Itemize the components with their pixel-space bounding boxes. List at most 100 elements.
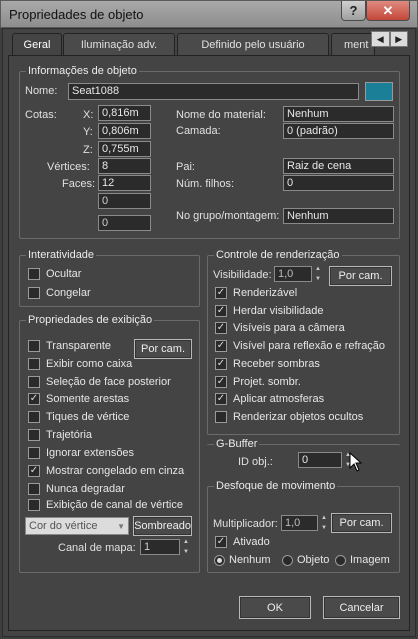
name-field[interactable]: Seat1088	[68, 83, 359, 100]
chevron-right-icon[interactable]: ▶	[389, 31, 408, 47]
display-as-box-checkbox[interactable]: Exibir como caixa	[28, 358, 132, 370]
radio-off[interactable]	[335, 554, 346, 566]
render-hidden-checkbox[interactable]: Renderizar objetos ocultos	[215, 411, 363, 423]
never-degrade-check[interactable]	[28, 483, 40, 495]
radio-on[interactable]	[214, 554, 225, 566]
check-icon[interactable]: ✓	[215, 536, 227, 548]
display-by-cam-button[interactable]: Por cam.	[134, 339, 192, 359]
vertex-color-select[interactable]: Cor do vértice ▼	[25, 517, 129, 535]
freeze-label: Congelar	[46, 287, 91, 299]
motion-enabled-checkbox[interactable]: ✓ Ativado	[215, 536, 270, 548]
show-frozen-gray-checkbox[interactable]: ✓ Mostrar congelado em cinza	[28, 465, 184, 477]
shaded-button[interactable]: Sombreado	[133, 516, 192, 536]
spinner-up-icon[interactable]: ▲	[315, 266, 321, 272]
object-id-field[interactable]: 0	[298, 452, 342, 468]
parent-field[interactable]: Raiz de cena	[283, 158, 394, 174]
edges-only-checkbox[interactable]: ✓ Somente arestas	[28, 393, 129, 405]
backface-cull-check[interactable]	[28, 376, 40, 388]
check-icon[interactable]: ✓	[215, 287, 227, 299]
visibility-spinner[interactable]: ▲ ▼	[313, 266, 323, 282]
tab-definido-usuario[interactable]: Definido pelo usuário	[177, 33, 329, 55]
check-icon[interactable]: ✓	[28, 393, 40, 405]
render-by-cam-button[interactable]: Por cam.	[329, 266, 392, 286]
multiplier-label: Multiplicador:	[213, 518, 278, 530]
z-field[interactable]: 0,755m	[98, 141, 151, 157]
hide-checkbox[interactable]: Ocultar	[28, 268, 81, 280]
check-icon[interactable]: ✓	[215, 376, 227, 388]
display-as-box-label: Exibir como caixa	[46, 358, 133, 370]
transparent-check[interactable]	[28, 340, 40, 352]
spinner-up-icon[interactable]: ▲	[183, 539, 189, 545]
chevron-left-icon[interactable]: ◀	[371, 31, 390, 47]
display-as-box-check[interactable]	[28, 358, 40, 370]
apply-atmospherics-checkbox[interactable]: ✓ Aplicar atmosferas	[215, 393, 324, 405]
faces-field[interactable]: 12	[98, 175, 151, 191]
check-icon[interactable]: ✓	[215, 393, 227, 405]
transparent-checkbox[interactable]: Transparente	[28, 340, 111, 352]
object-id-label: ID obj.:	[238, 456, 273, 468]
multiplier-spinner[interactable]: ▲ ▼	[319, 515, 329, 531]
window-title: Propriedades de objeto	[9, 7, 144, 22]
render-hidden-check[interactable]	[215, 411, 227, 423]
ignore-extents-checkbox[interactable]: Ignorar extensões	[28, 447, 134, 459]
ignore-extents-check[interactable]	[28, 447, 40, 459]
radio-off[interactable]	[282, 554, 293, 566]
group-field[interactable]: Nenhum	[283, 208, 394, 224]
multiplier-field[interactable]: 1,0	[281, 515, 318, 531]
cancel-button[interactable]: Cancelar	[323, 596, 400, 619]
map-channel-spinner[interactable]: ▲ ▼	[181, 539, 191, 555]
visibility-field[interactable]: 1,0	[274, 266, 312, 282]
freeze-check[interactable]	[28, 287, 40, 299]
x-field[interactable]: 0,816m	[98, 105, 151, 121]
material-label: Nome do material:	[176, 109, 266, 121]
inherit-visibility-checkbox[interactable]: ✓ Herdar visibilidade	[215, 305, 324, 317]
spinner-down-icon[interactable]: ▼	[315, 276, 321, 282]
tab-scroll[interactable]: ◀ ▶	[371, 31, 408, 47]
edges-only-label: Somente arestas	[46, 393, 130, 405]
cast-shadows-checkbox[interactable]: ✓ Projet. sombr.	[215, 376, 301, 388]
help-button[interactable]: ?	[341, 1, 366, 21]
vertices-label: Vértices:	[47, 161, 90, 173]
receive-shadows-checkbox[interactable]: ✓ Receber sombras	[215, 358, 320, 370]
visible-reflection-checkbox[interactable]: ✓ Visível para reflexão e refração	[215, 340, 385, 352]
never-degrade-checkbox[interactable]: Nunca degradar	[28, 483, 125, 495]
extra-field-2[interactable]: 0	[98, 215, 151, 231]
spinner-down-icon[interactable]: ▼	[183, 549, 189, 555]
trajectory-check[interactable]	[28, 429, 40, 441]
tab-iluminacao[interactable]: Iluminação adv.	[63, 33, 175, 55]
spinner-down-icon[interactable]: ▼	[321, 525, 327, 531]
check-icon[interactable]: ✓	[215, 340, 227, 352]
material-field[interactable]: Nenhum	[283, 106, 394, 122]
title-bar: Propriedades de objeto ? ✕	[0, 0, 418, 28]
trajectory-checkbox[interactable]: Trajetória	[28, 429, 92, 441]
tab-more[interactable]: ment	[331, 33, 375, 55]
vertex-ticks-check[interactable]	[28, 411, 40, 423]
tab-geral[interactable]: Geral	[12, 33, 62, 56]
backface-cull-checkbox[interactable]: Seleção de face posterior	[28, 376, 171, 388]
extra-field-1[interactable]: 0	[98, 193, 151, 209]
map-channel-field[interactable]: 1	[140, 539, 180, 555]
vertex-channel-checkbox[interactable]: Exibição de canal de vértice	[28, 499, 183, 511]
check-icon[interactable]: ✓	[215, 305, 227, 317]
check-icon[interactable]: ✓	[215, 358, 227, 370]
y-field[interactable]: 0,806m	[98, 123, 151, 139]
layer-field[interactable]: 0 (padrão)	[283, 123, 394, 139]
visible-camera-checkbox[interactable]: ✓ Visíveis para a câmera	[215, 322, 345, 334]
object-color-swatch[interactable]	[365, 82, 393, 101]
blur-none-radio[interactable]: Nenhum	[214, 554, 271, 566]
spinner-up-icon[interactable]: ▲	[321, 515, 327, 521]
check-icon[interactable]: ✓	[28, 465, 40, 477]
ok-button[interactable]: OK	[239, 596, 311, 619]
motion-by-cam-button[interactable]: Por cam.	[331, 513, 392, 533]
vertex-ticks-checkbox[interactable]: Tiques de vértice	[28, 411, 129, 423]
check-icon[interactable]: ✓	[215, 322, 227, 334]
renderable-checkbox[interactable]: ✓ Renderizável	[215, 287, 297, 299]
hide-check[interactable]	[28, 268, 40, 280]
freeze-checkbox[interactable]: Congelar	[28, 287, 91, 299]
blur-image-radio[interactable]: Imagem	[335, 554, 390, 566]
blur-object-radio[interactable]: Objeto	[282, 554, 329, 566]
vertices-field[interactable]: 8	[98, 158, 151, 174]
children-field[interactable]: 0	[283, 175, 394, 191]
vertex-channel-check[interactable]	[28, 499, 40, 511]
close-button[interactable]: ✕	[366, 1, 410, 21]
